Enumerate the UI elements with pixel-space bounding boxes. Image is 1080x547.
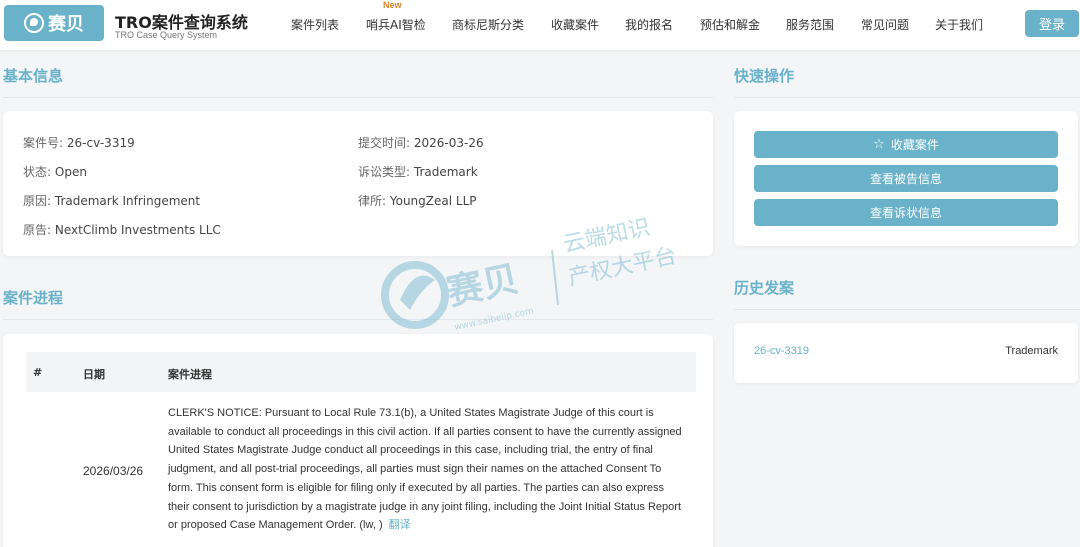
submit-time: 2026-03-26	[413, 136, 484, 150]
nav-my-registrations[interactable]: 我的报名	[625, 16, 673, 33]
favorite-case-button[interactable]: ☆ 收藏案件	[754, 131, 1058, 158]
logo[interactable]: 赛贝	[4, 5, 104, 41]
history-case-link[interactable]: 26-cv-3319	[754, 345, 809, 357]
nav-nice-classification[interactable]: 商标尼斯分类	[452, 16, 524, 33]
progress-text: CLERK'S NOTICE: Pursuant to Local Rule 7…	[168, 404, 688, 535]
app-subtitle: TRO Case Query System	[115, 30, 218, 40]
quick-actions-card: ☆ 收藏案件 查看被告信息 查看诉状信息	[734, 111, 1078, 246]
nav-case-list[interactable]: 案件列表	[291, 16, 339, 33]
progress-notice: CLERK'S NOTICE: Pursuant to Local Rule 7…	[168, 407, 682, 532]
history-title: 历史发案	[734, 279, 795, 297]
cause-row: 原因: Trademark Infringement	[23, 194, 201, 208]
plaintiff-value: NextClimb Investments LLC	[54, 223, 221, 237]
logo-text: 赛贝	[48, 14, 84, 34]
nav-service-scope[interactable]: 服务范围	[786, 16, 834, 33]
submit-time-row: 提交时间: 2026-03-26	[358, 136, 484, 150]
status-row: 状态: Open	[23, 165, 87, 179]
login-button[interactable]: 登录	[1025, 10, 1079, 37]
new-badge: New	[383, 0, 402, 10]
basic-info-title: 基本信息	[3, 67, 64, 85]
litigation-type: Trademark	[413, 165, 478, 179]
case-number: 26-cv-3319	[66, 136, 135, 150]
nav-settlement-estimate[interactable]: 预估和解金	[700, 16, 760, 33]
divider	[734, 309, 1080, 310]
table-header: # 日期 案件进程	[26, 352, 696, 392]
history-case-type: Trademark	[1005, 345, 1058, 357]
star-icon: ☆	[873, 137, 885, 152]
nav-about[interactable]: 关于我们	[935, 16, 983, 33]
nav-favorites[interactable]: 收藏案件	[551, 16, 599, 33]
cause-value: Trademark Infringement	[54, 194, 201, 208]
progress-title: 案件进程	[3, 289, 64, 307]
column-header-index: #	[33, 366, 43, 379]
law-firm-row: 律所: YoungZeal LLP	[358, 194, 477, 208]
logo-mark-icon	[24, 13, 44, 33]
column-header-progress: 案件进程	[168, 368, 212, 381]
basic-info-card: 案件号: 26-cv-3319 提交时间: 2026-03-26 状态: Ope…	[3, 111, 713, 256]
quick-actions-title: 快速操作	[734, 67, 795, 85]
law-firm: YoungZeal LLP	[389, 194, 477, 208]
case-number-row: 案件号: 26-cv-3319	[23, 136, 135, 150]
view-complaint-button[interactable]: 查看诉状信息	[754, 199, 1058, 226]
status-value: Open	[54, 165, 87, 179]
watermark-brand: 赛贝	[443, 259, 522, 314]
divider	[3, 97, 713, 98]
progress-card: # 日期 案件进程 2026/03/26 CLERK'S NOTICE: Pur…	[3, 334, 713, 547]
divider	[3, 319, 713, 320]
nav-sentinel-ai[interactable]: 哨兵AI智检	[366, 16, 426, 33]
progress-date: 2026/03/26	[83, 464, 144, 478]
history-card: 26-cv-3319 Trademark	[734, 323, 1078, 383]
view-defendant-button[interactable]: 查看被告信息	[754, 165, 1058, 192]
plaintiff-row: 原告: NextClimb Investments LLC	[23, 223, 221, 237]
nav-faq[interactable]: 常见问题	[861, 16, 909, 33]
litigation-type-row: 诉讼类型: Trademark	[358, 165, 478, 179]
top-header: 赛贝 TRO案件查询系统 TRO Case Query System 案件列表 …	[0, 0, 1080, 50]
divider	[734, 97, 1080, 98]
translate-link[interactable]: 翻译	[389, 519, 411, 531]
watermark-logo-icon	[381, 261, 449, 329]
column-header-date: 日期	[83, 368, 105, 381]
